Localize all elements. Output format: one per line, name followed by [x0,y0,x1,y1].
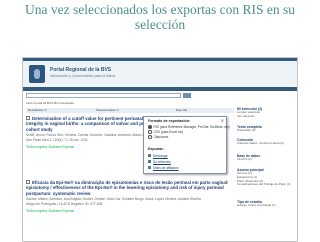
sidebar-section: Asunto principal Perineo (2) Episiotomía… [237,168,295,187]
sidebar-item[interactable]: Complicaciones del Trabajo de Parto (1) [237,183,295,187]
download-button[interactable]: Descargar [148,154,168,158]
search-input[interactable] [26,93,181,98]
result-title[interactable]: Eficácia da Epi-No® na diminuição de epi… [26,180,228,196]
radio-icon[interactable] [148,135,152,139]
format-heading: Formato de exportación: [148,119,191,123]
sidebar-section: Mi selección (2) Limpiar selección Ver s… [237,107,295,119]
nav-bar [23,87,297,91]
sidebar-section: Tipo de estudio Ensayo clínico controlad… [237,200,295,208]
portal-header: Portal Regional de la BVS Información y … [23,61,297,87]
result-authors: Santos, Mildes; Azevedo, Ana Brigida; Gr… [26,197,201,202]
select-checkbox[interactable] [26,180,30,184]
result-source: Artigo em Português | LILACS Registro: I… [26,202,103,207]
format-option-citations[interactable]: Citaciones [148,135,168,139]
results-toolbar: Resultados: 2 Seleccionados: 2 Exportar [26,108,234,113]
sidebar-section: Colección Ciencias Salud - América Latin… [237,138,295,146]
result-links[interactable]: Texto completo Similares Exportar [26,209,234,213]
export-heading: Exportar: [148,147,164,151]
portal-subtitle: Información y Conocimiento para la Salud [50,74,115,78]
slide-title: Una vez seleccionados los exportas con R… [25,2,295,32]
sidebar-item[interactable]: Ver selección [237,114,295,119]
radio-icon[interactable] [148,130,152,134]
sidebar-item[interactable]: LILACS (2) [237,157,295,162]
results-count: Resultados: 2 [28,108,47,112]
radio-selected-icon[interactable] [148,125,152,129]
screenshot: Portal Regional de la BVS Información y … [22,57,298,242]
affiliation-sites-button[interactable]: Sitios de afiliación [148,166,179,170]
list-item: Eficácia da Epi-No® na diminuição de epi… [26,180,234,213]
format-option-csv[interactable]: CSV (para Excel etc) [148,130,183,134]
selected-count[interactable]: Seleccionados: 2 [96,108,119,112]
close-icon[interactable]: ✕ [221,118,224,123]
sidebar-section: Texto completo Disponible (2) [237,125,295,133]
sidebar-section: Base de datos LILACS (2) [237,154,295,162]
select-checkbox[interactable] [26,116,30,120]
export-dialog: ✕ Formato de exportación: RIS (para Refe… [143,116,230,174]
sidebar-item[interactable]: Ciencias Salud - América Latina (2) [237,141,295,146]
search-button[interactable] [183,93,191,98]
nav-links[interactable]: Inicio Ayuda Mi BVS Mis búsquedas [26,101,74,105]
bvs-logo-icon [29,65,45,83]
sidebar-item[interactable]: Ensayo clínico controlado (1) [237,203,295,208]
your-selection-button[interactable]: Su selección [148,160,171,164]
portal-title: Portal Regional de la BVS [50,67,112,73]
export-link[interactable]: Exportar [176,108,187,112]
sidebar-item[interactable]: Disponible (2) [237,128,295,133]
format-option-ris[interactable]: RIS (para Reference Manager, ProCite, En… [148,125,230,129]
